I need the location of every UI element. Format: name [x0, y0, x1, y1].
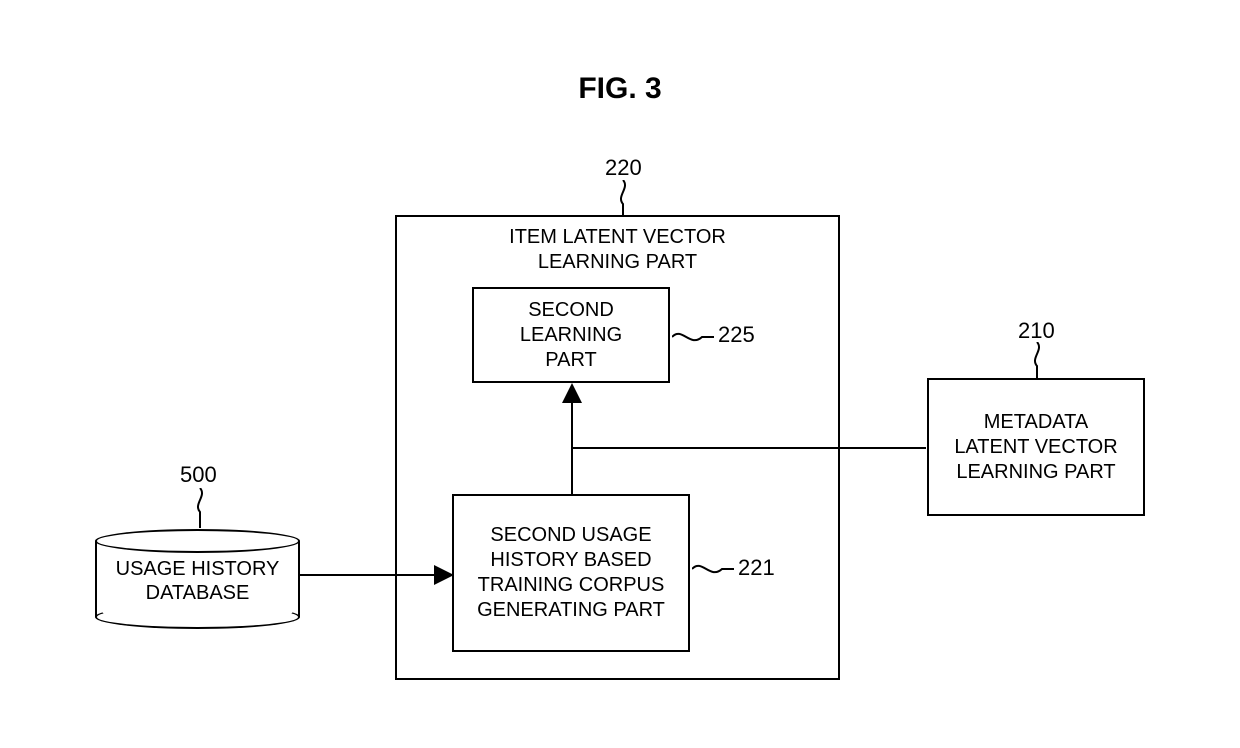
ref-225: 225 [718, 322, 755, 348]
metadata-latent-box: METADATALATENT VECTORLEARNING PART [927, 378, 1145, 516]
leader-225 [672, 328, 714, 346]
second-learning-part-label: SECONDLEARNINGPART [520, 298, 622, 373]
ref-221: 221 [738, 555, 775, 581]
usage-history-database: USAGE HISTORYDATABASE [95, 529, 300, 629]
leader-220 [616, 180, 630, 216]
corpus-generating-box: SECOND USAGEHISTORY BASEDTRAINING CORPUS… [452, 494, 690, 652]
database-label: USAGE HISTORYDATABASE [95, 557, 300, 605]
ref-210: 210 [1018, 318, 1055, 344]
leader-500 [193, 488, 207, 528]
cylinder-bottom [95, 605, 300, 629]
ref-500: 500 [180, 462, 217, 488]
ref-220: 220 [605, 155, 642, 181]
corpus-generating-label: SECOND USAGEHISTORY BASEDTRAINING CORPUS… [477, 523, 665, 623]
cylinder-top [95, 529, 300, 553]
second-learning-part-box: SECONDLEARNINGPART [472, 287, 670, 383]
leader-221 [692, 560, 734, 578]
leader-210 [1030, 342, 1044, 378]
item-latent-vector-title: ITEM LATENT VECTORLEARNING PART [397, 225, 838, 275]
figure-title: FIG. 3 [578, 72, 661, 106]
metadata-latent-label: METADATALATENT VECTORLEARNING PART [954, 410, 1117, 485]
